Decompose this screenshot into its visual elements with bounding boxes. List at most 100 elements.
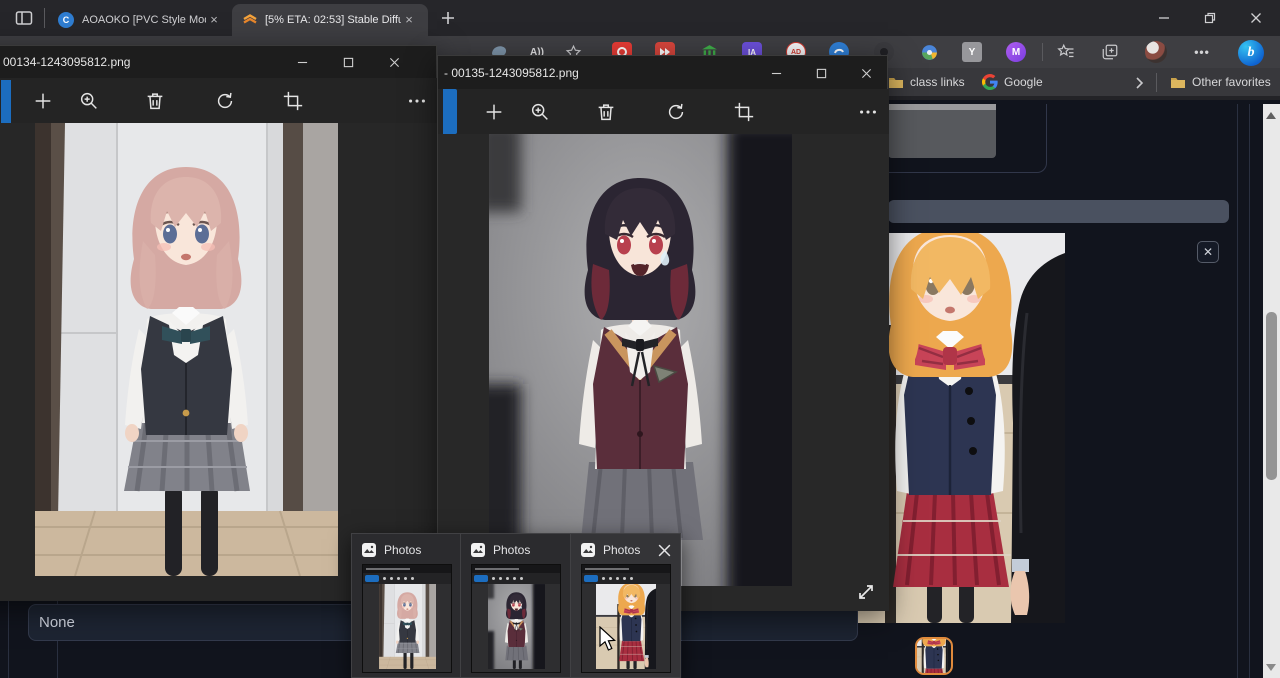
photos-window-1-titlebar[interactable]: 00134-1243095812.png — [0, 46, 436, 78]
tab-separator — [44, 8, 45, 28]
scrollbar-up-arrow[interactable] — [1266, 112, 1276, 119]
delete-icon[interactable] — [593, 99, 619, 125]
tab-civitai[interactable]: C AOAOKO [PVC Style Model] - PV × — [48, 4, 230, 36]
settings-ellipsis-icon[interactable]: ••• — [1192, 42, 1212, 62]
photos-window-1-canvas — [0, 123, 438, 601]
photos-window-2-toolbar — [438, 89, 889, 134]
photos-app-icon — [580, 542, 596, 563]
collections-icon[interactable] — [1100, 42, 1120, 62]
mini-see-all-photos-button — [365, 575, 379, 582]
crop-icon[interactable] — [731, 99, 757, 125]
favorite-class-links[interactable]: class links — [910, 75, 965, 89]
photo-00135[interactable] — [489, 134, 792, 586]
tab-actions-menu-icon[interactable] — [14, 8, 34, 33]
tab-close-icon[interactable]: × — [401, 12, 417, 28]
see-more-icon[interactable] — [855, 99, 881, 125]
page-scrollbar[interactable] — [1263, 104, 1280, 678]
translate-globe-icon[interactable] — [919, 42, 939, 62]
other-favorites-folder[interactable]: Other favorites — [1192, 75, 1271, 89]
photos-minimize-button[interactable] — [754, 57, 799, 89]
civitai-icon: C — [58, 12, 74, 28]
favbar-separator — [1156, 73, 1157, 92]
see-more-icon[interactable] — [404, 88, 430, 114]
sd-column-border — [8, 600, 9, 678]
photos-window-1: 00134-1243095812.png — [0, 45, 437, 600]
taskbar-preview-photos-2[interactable]: Photos — [461, 533, 571, 678]
photos-app-icon — [361, 542, 377, 563]
taskbar-preview-photos-3[interactable]: Photos — [571, 533, 681, 678]
mini-canvas — [582, 584, 670, 672]
preview-close-icon[interactable] — [657, 543, 672, 563]
browser-minimize-button[interactable] — [1142, 3, 1186, 33]
monica-extension-icon[interactable]: M — [1006, 42, 1026, 62]
photos-app-icon — [470, 542, 486, 563]
zoom-icon[interactable] — [527, 99, 553, 125]
tab-title: AOAOKO [PVC Style Model] - PV — [82, 14, 206, 26]
mini-titlebar — [472, 565, 560, 573]
add-to-album-icon[interactable] — [481, 99, 507, 125]
desktop: C AOAOKO [PVC Style Model] - PV × [5% ET… — [0, 0, 1280, 678]
photos-close-button[interactable] — [372, 46, 417, 78]
mini-canvas — [363, 584, 451, 672]
zoom-icon[interactable] — [76, 88, 102, 114]
photos-maximize-button[interactable] — [799, 57, 844, 89]
scrollbar-down-arrow[interactable] — [1266, 664, 1276, 671]
browser-tab-strip: C AOAOKO [PVC Style Model] - PV × [5% ET… — [0, 0, 1280, 36]
photos-close-button[interactable] — [844, 57, 889, 89]
y-extension-icon[interactable]: Y — [962, 42, 982, 62]
mini-toolbar — [363, 573, 451, 584]
photos-maximize-button[interactable] — [326, 46, 371, 78]
sd-column-border — [1249, 104, 1250, 678]
mini-toolbar — [582, 573, 670, 584]
see-all-photos-button[interactable] — [1, 80, 11, 123]
see-all-photos-button[interactable] — [443, 89, 457, 134]
favorites-overflow-chevron-icon[interactable] — [1132, 76, 1146, 95]
mini-see-all-photos-button — [474, 575, 488, 582]
favorite-google[interactable]: Google — [1004, 75, 1043, 89]
google-favicon — [982, 74, 998, 95]
bing-chat-icon[interactable]: b — [1238, 40, 1264, 66]
mini-titlebar — [363, 565, 451, 573]
favorites-menu-icon[interactable] — [1056, 42, 1076, 62]
sd-progress-bar — [888, 200, 1229, 223]
preview-thumbnail[interactable] — [581, 564, 671, 673]
photos-window-1-toolbar — [0, 78, 438, 123]
expand-icon[interactable] — [854, 580, 878, 609]
photos-window-title: 00134-1243095812.png — [3, 55, 130, 69]
preview-thumbnail[interactable] — [362, 564, 452, 673]
mini-see-all-photos-button — [584, 575, 598, 582]
folder-icon — [888, 75, 904, 94]
photos-minimize-button[interactable] — [280, 46, 325, 78]
taskbar-preview-photos-1[interactable]: Photos — [351, 533, 461, 678]
sd-panel-border — [888, 104, 1047, 173]
preview-app-label: Photos — [384, 543, 421, 557]
sd-column-border — [1237, 104, 1238, 678]
toolbar-separator — [1042, 43, 1043, 61]
rotate-icon[interactable] — [663, 99, 689, 125]
photo-00134[interactable] — [35, 123, 338, 576]
preview-app-label: Photos — [493, 543, 530, 557]
preview-thumbnail[interactable] — [471, 564, 561, 673]
browser-restore-button[interactable] — [1188, 3, 1232, 33]
sd-preview-close-icon[interactable]: ✕ — [1197, 241, 1219, 263]
mini-toolbar — [472, 573, 560, 584]
tab-title: [5% ETA: 02:53] Stable Diffusion — [265, 14, 401, 26]
gradio-icon — [242, 12, 258, 28]
browser-close-button[interactable] — [1234, 3, 1278, 33]
taskbar-preview-flyout: Photos Photos — [351, 533, 682, 678]
photos-window-2-titlebar[interactable]: - 00135-1243095812.png — [438, 56, 887, 89]
add-to-album-icon[interactable] — [30, 88, 56, 114]
mini-titlebar — [582, 565, 670, 573]
photos-window-title: - 00135-1243095812.png — [444, 66, 579, 80]
folder-icon — [1170, 75, 1186, 94]
scrollbar-thumb[interactable] — [1266, 312, 1277, 480]
profile-avatar[interactable] — [1145, 41, 1167, 63]
tab-stable-diffusion[interactable]: [5% ETA: 02:53] Stable Diffusion × — [232, 4, 428, 36]
delete-icon[interactable] — [142, 88, 168, 114]
rotate-icon[interactable] — [212, 88, 238, 114]
mini-canvas — [472, 584, 560, 672]
sd-gallery-thumbnail-selected[interactable] — [915, 637, 953, 675]
tab-close-icon[interactable]: × — [206, 12, 222, 28]
crop-icon[interactable] — [280, 88, 306, 114]
new-tab-button[interactable] — [438, 8, 458, 33]
